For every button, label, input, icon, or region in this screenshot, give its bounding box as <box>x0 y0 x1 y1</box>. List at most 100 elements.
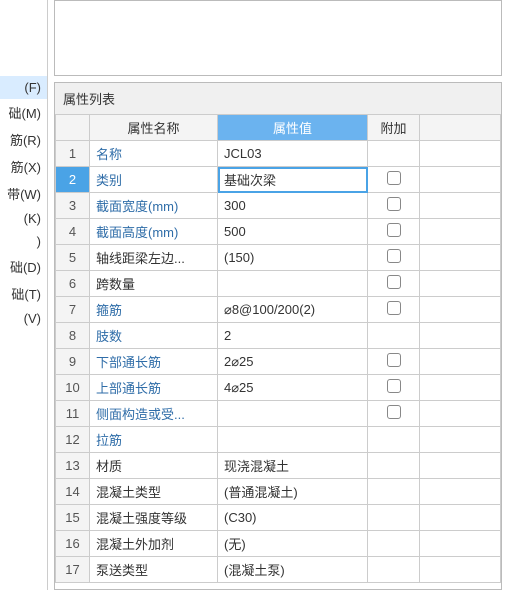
addon-cell[interactable] <box>368 271 420 297</box>
addon-cell[interactable] <box>368 193 420 219</box>
addon-cell[interactable] <box>368 245 420 271</box>
property-value-cell[interactable]: 2⌀25 <box>218 349 368 375</box>
row-index[interactable]: 14 <box>56 479 90 505</box>
property-value-cell[interactable]: (普通混凝土) <box>218 479 368 505</box>
row-index[interactable]: 16 <box>56 531 90 557</box>
property-value-cell[interactable]: JCL03 <box>218 141 368 167</box>
property-value-cell[interactable]: (C30) <box>218 505 368 531</box>
table-header-row: 属性名称 属性值 附加 <box>56 115 501 141</box>
property-value-cell[interactable]: 2 <box>218 323 368 349</box>
checkbox-icon[interactable] <box>387 275 401 289</box>
sidebar-item-1[interactable]: 础(M) <box>0 99 47 126</box>
checkbox-icon[interactable] <box>387 197 401 211</box>
addon-cell[interactable] <box>368 167 420 193</box>
checkbox-icon[interactable] <box>387 405 401 419</box>
rest-cell <box>420 401 501 427</box>
checkbox-icon[interactable] <box>387 171 401 185</box>
row-index[interactable]: 2 <box>56 167 90 193</box>
sidebar-item-3[interactable]: 筋(X) <box>0 153 47 180</box>
row-index[interactable]: 7 <box>56 297 90 323</box>
row-index[interactable]: 4 <box>56 219 90 245</box>
addon-cell[interactable] <box>368 219 420 245</box>
sidebar-item-5[interactable]: (K) <box>0 207 47 230</box>
row-index[interactable]: 17 <box>56 557 90 583</box>
addon-cell[interactable] <box>368 401 420 427</box>
row-index[interactable]: 9 <box>56 349 90 375</box>
property-value-cell[interactable]: ⌀8@100/200(2) <box>218 297 368 323</box>
row-index[interactable]: 3 <box>56 193 90 219</box>
property-value-cell[interactable]: (混凝土泵) <box>218 557 368 583</box>
property-name-cell[interactable]: 箍筋 <box>90 297 218 323</box>
property-value-cell[interactable]: 基础次梁 <box>218 167 368 193</box>
property-name-cell[interactable]: 上部通长筋 <box>90 375 218 401</box>
property-name-cell[interactable]: 名称 <box>90 141 218 167</box>
addon-cell <box>368 141 420 167</box>
property-value-cell[interactable]: 4⌀25 <box>218 375 368 401</box>
property-value-cell[interactable] <box>218 271 368 297</box>
checkbox-icon[interactable] <box>387 353 401 367</box>
addon-cell[interactable] <box>368 349 420 375</box>
checkbox-icon[interactable] <box>387 379 401 393</box>
checkbox-icon[interactable] <box>387 223 401 237</box>
property-name-cell[interactable]: 下部通长筋 <box>90 349 218 375</box>
property-name-cell[interactable]: 截面宽度(mm) <box>90 193 218 219</box>
rest-cell <box>420 557 501 583</box>
property-value-cell[interactable]: 500 <box>218 219 368 245</box>
addon-cell[interactable] <box>368 375 420 401</box>
table-row: 4截面高度(mm)500 <box>56 219 501 245</box>
rest-cell <box>420 453 501 479</box>
property-name-cell[interactable]: 截面高度(mm) <box>90 219 218 245</box>
property-value-cell[interactable]: 300 <box>218 193 368 219</box>
property-name-cell[interactable]: 侧面构造或受... <box>90 401 218 427</box>
property-grid: 属性名称 属性值 附加 1名称JCL032类别基础次梁3截面宽度(mm)3004… <box>55 114 501 589</box>
col-header-addon[interactable]: 附加 <box>368 115 420 141</box>
property-value-cell[interactable]: (无) <box>218 531 368 557</box>
rest-cell <box>420 219 501 245</box>
checkbox-icon[interactable] <box>387 301 401 315</box>
table-row: 11侧面构造或受... <box>56 401 501 427</box>
col-header-index[interactable] <box>56 115 90 141</box>
rest-cell <box>420 427 501 453</box>
sidebar-item-0[interactable]: (F) <box>0 76 47 99</box>
sidebar-item-7[interactable]: 础(D) <box>0 253 47 280</box>
property-value-cell[interactable] <box>218 401 368 427</box>
property-name-cell[interactable]: 泵送类型 <box>90 557 218 583</box>
sidebar-item-6[interactable]: ) <box>0 230 47 253</box>
property-value-cell[interactable]: 现浇混凝土 <box>218 453 368 479</box>
table-row: 17泵送类型(混凝土泵) <box>56 557 501 583</box>
property-name-cell[interactable]: 轴线距梁左边... <box>90 245 218 271</box>
property-name-cell[interactable]: 混凝土强度等级 <box>90 505 218 531</box>
property-name-cell[interactable]: 混凝土类型 <box>90 479 218 505</box>
property-name-cell[interactable]: 混凝土外加剂 <box>90 531 218 557</box>
table-row: 12拉筋 <box>56 427 501 453</box>
row-index[interactable]: 15 <box>56 505 90 531</box>
col-header-value[interactable]: 属性值 <box>218 115 368 141</box>
addon-cell[interactable] <box>368 297 420 323</box>
property-name-cell[interactable]: 肢数 <box>90 323 218 349</box>
col-header-name[interactable]: 属性名称 <box>90 115 218 141</box>
row-index[interactable]: 13 <box>56 453 90 479</box>
property-value-cell[interactable] <box>218 427 368 453</box>
addon-cell <box>368 531 420 557</box>
property-name-cell[interactable]: 材质 <box>90 453 218 479</box>
row-index[interactable]: 10 <box>56 375 90 401</box>
row-index[interactable]: 12 <box>56 427 90 453</box>
rest-cell <box>420 375 501 401</box>
rest-cell <box>420 323 501 349</box>
sidebar-item-9[interactable]: (V) <box>0 307 47 330</box>
property-name-cell[interactable]: 类别 <box>90 167 218 193</box>
checkbox-icon[interactable] <box>387 249 401 263</box>
col-header-rest[interactable] <box>420 115 501 141</box>
row-index[interactable]: 1 <box>56 141 90 167</box>
row-index[interactable]: 5 <box>56 245 90 271</box>
property-name-cell[interactable]: 跨数量 <box>90 271 218 297</box>
sidebar-item-2[interactable]: 筋(R) <box>0 126 47 153</box>
sidebar-item-8[interactable]: 础(T) <box>0 280 47 307</box>
row-index[interactable]: 8 <box>56 323 90 349</box>
row-index[interactable]: 6 <box>56 271 90 297</box>
row-index[interactable]: 11 <box>56 401 90 427</box>
rest-cell <box>420 479 501 505</box>
property-name-cell[interactable]: 拉筋 <box>90 427 218 453</box>
property-value-cell[interactable]: (150) <box>218 245 368 271</box>
sidebar-item-4[interactable]: 带(W) <box>0 180 47 207</box>
